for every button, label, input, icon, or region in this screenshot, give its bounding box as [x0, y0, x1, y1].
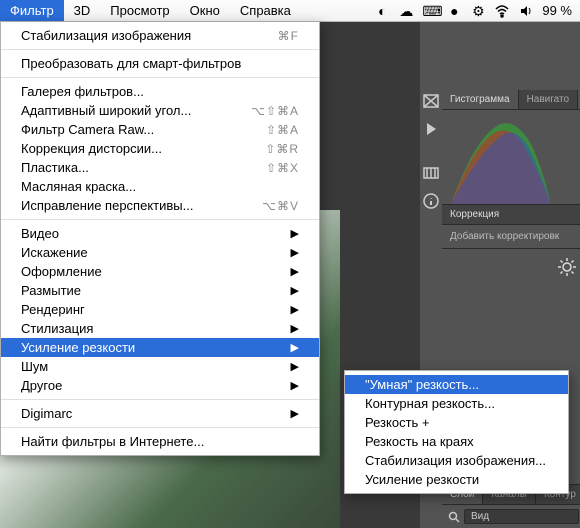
- menu-oil[interactable]: Масляная краска...: [1, 177, 319, 196]
- menu-help[interactable]: Справка: [230, 0, 301, 21]
- menu-video[interactable]: Видео▶: [1, 224, 319, 243]
- submenu-shake-reduction[interactable]: Стабилизация изображения...: [345, 451, 568, 470]
- histogram-tabs: Гистограмма Навигато: [442, 90, 580, 110]
- submenu-sharpen-more[interactable]: Резкость +: [345, 413, 568, 432]
- menu-digimarc[interactable]: Digimarc▶: [1, 404, 319, 423]
- submenu-arrow-icon: ▶: [291, 379, 299, 392]
- menu-vanishing[interactable]: Исправление перспективы... ⌥⌘V: [1, 196, 319, 215]
- submenu-arrow-icon: ▶: [291, 341, 299, 354]
- layers-filter-select[interactable]: Вид: [464, 509, 579, 524]
- menu-distort[interactable]: Искажение▶: [1, 243, 319, 262]
- submenu-arrow-icon: ▶: [291, 407, 299, 420]
- cloud-icon[interactable]: ☁: [398, 3, 414, 19]
- menu-sharpen[interactable]: Усиление резкости▶: [1, 338, 319, 357]
- filter-dropdown: Стабилизация изображения ⌘F Преобразоват…: [0, 22, 320, 456]
- menu-view[interactable]: Просмотр: [100, 0, 179, 21]
- submenu-arrow-icon: ▶: [291, 265, 299, 278]
- tab-histogram[interactable]: Гистограмма: [442, 90, 519, 109]
- menu-window[interactable]: Окно: [180, 0, 230, 21]
- sync-icon[interactable]: ◐: [374, 3, 390, 19]
- submenu-sharpen[interactable]: Усиление резкости: [345, 470, 568, 489]
- adjustment-icon[interactable]: [420, 162, 442, 184]
- menu-separator: [1, 427, 319, 428]
- histogram-panel: [442, 110, 580, 204]
- submenu-unsharp-mask[interactable]: Контурная резкость...: [345, 394, 568, 413]
- correction-header[interactable]: Коррекция: [442, 204, 580, 225]
- menu-render-style[interactable]: Оформление▶: [1, 262, 319, 281]
- brightness-icon[interactable]: [557, 257, 577, 277]
- submenu-arrow-icon: ▶: [291, 303, 299, 316]
- menu-adaptive[interactable]: Адаптивный широкий угол... ⌥⇧⌘A: [1, 101, 319, 120]
- menu-liquify[interactable]: Пластика... ⇧⌘X: [1, 158, 319, 177]
- search-icon[interactable]: [448, 511, 460, 523]
- menu-rendering[interactable]: Рендеринг▶: [1, 300, 319, 319]
- info-icon[interactable]: [420, 190, 442, 212]
- menu-noise[interactable]: Шум▶: [1, 357, 319, 376]
- correction-add-label: Добавить корректировк: [442, 225, 580, 249]
- menu-stabilize[interactable]: Стабилизация изображения ⌘F: [1, 26, 319, 45]
- menu-find-online[interactable]: Найти фильтры в Интернете...: [1, 432, 319, 451]
- menu-convert-smart[interactable]: Преобразовать для смарт-фильтров: [1, 54, 319, 73]
- menubar: Фильтр 3D Просмотр Окно Справка ◐ ☁ ⌨ ● …: [0, 0, 580, 22]
- menu-extras: ◐ ☁ ⌨ ● ⚙ 99 %: [374, 0, 580, 21]
- menu-stylize[interactable]: Стилизация▶: [1, 319, 319, 338]
- drop-icon[interactable]: ●: [446, 3, 462, 19]
- menu-other[interactable]: Другое▶: [1, 376, 319, 395]
- play-icon[interactable]: [420, 118, 442, 140]
- menu-gallery[interactable]: Галерея фильтров...: [1, 82, 319, 101]
- submenu-arrow-icon: ▶: [291, 227, 299, 240]
- menu-separator: [1, 219, 319, 220]
- sharpen-submenu: "Умная" резкость... Контурная резкость..…: [344, 370, 569, 494]
- submenu-sharpen-edges[interactable]: Резкость на краях: [345, 432, 568, 451]
- menu-3d[interactable]: 3D: [64, 0, 101, 21]
- menu-separator: [1, 77, 319, 78]
- menu-separator: [1, 49, 319, 50]
- battery-label[interactable]: 99 %: [542, 3, 572, 18]
- menu-separator: [1, 399, 319, 400]
- menu-lens[interactable]: Коррекция дисторсии... ⇧⌘R: [1, 139, 319, 158]
- menu-filter[interactable]: Фильтр: [0, 0, 64, 21]
- submenu-arrow-icon: ▶: [291, 284, 299, 297]
- volume-icon[interactable]: [518, 3, 534, 19]
- keyboard-icon[interactable]: ⌨: [422, 3, 438, 19]
- layers-filter-row: Вид: [442, 505, 580, 528]
- panel-icon-1[interactable]: [420, 90, 442, 112]
- submenu-arrow-icon: ▶: [291, 322, 299, 335]
- bluetooth-icon[interactable]: ⚙: [470, 3, 486, 19]
- menu-blur[interactable]: Размытие▶: [1, 281, 319, 300]
- wifi-icon[interactable]: [494, 3, 510, 19]
- submenu-arrow-icon: ▶: [291, 360, 299, 373]
- menu-camera-raw[interactable]: Фильтр Camera Raw... ⇧⌘A: [1, 120, 319, 139]
- submenu-smart-sharpen[interactable]: "Умная" резкость...: [345, 375, 568, 394]
- tab-navigator[interactable]: Навигато: [519, 90, 578, 109]
- submenu-arrow-icon: ▶: [291, 246, 299, 259]
